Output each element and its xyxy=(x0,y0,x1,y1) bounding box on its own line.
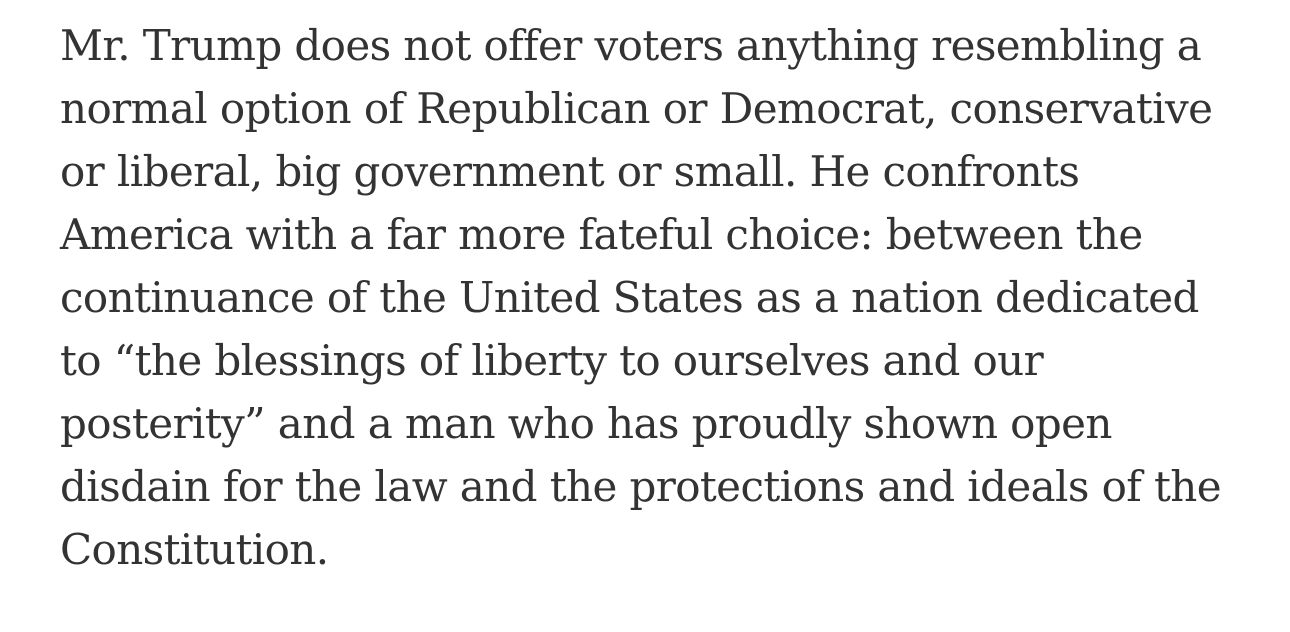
paragraph-line-7: posterity” and a man who has proudly sho… xyxy=(60,399,1112,448)
paragraph-line-5: continuance of the United States as a na… xyxy=(60,273,1199,322)
paragraph-line-9: Constitution. xyxy=(60,525,329,574)
paragraph-line-3: or liberal, big government or small. He … xyxy=(60,147,1080,196)
paragraph-line-2: normal option of Republican or Democrat,… xyxy=(60,84,1213,133)
paragraph-line-4: America with a far more fateful choice: … xyxy=(60,210,1143,259)
paragraph-line-1: Mr. Trump does not offer voters anything… xyxy=(60,21,1202,70)
article-paragraph: Mr. Trump does not offer voters anything… xyxy=(60,14,1260,581)
article-body: Mr. Trump does not offer voters anything… xyxy=(60,14,1260,581)
paragraph-line-6: to “the blessings of liberty to ourselve… xyxy=(60,336,1044,385)
paragraph-line-8: disdain for the law and the protections … xyxy=(60,462,1222,511)
